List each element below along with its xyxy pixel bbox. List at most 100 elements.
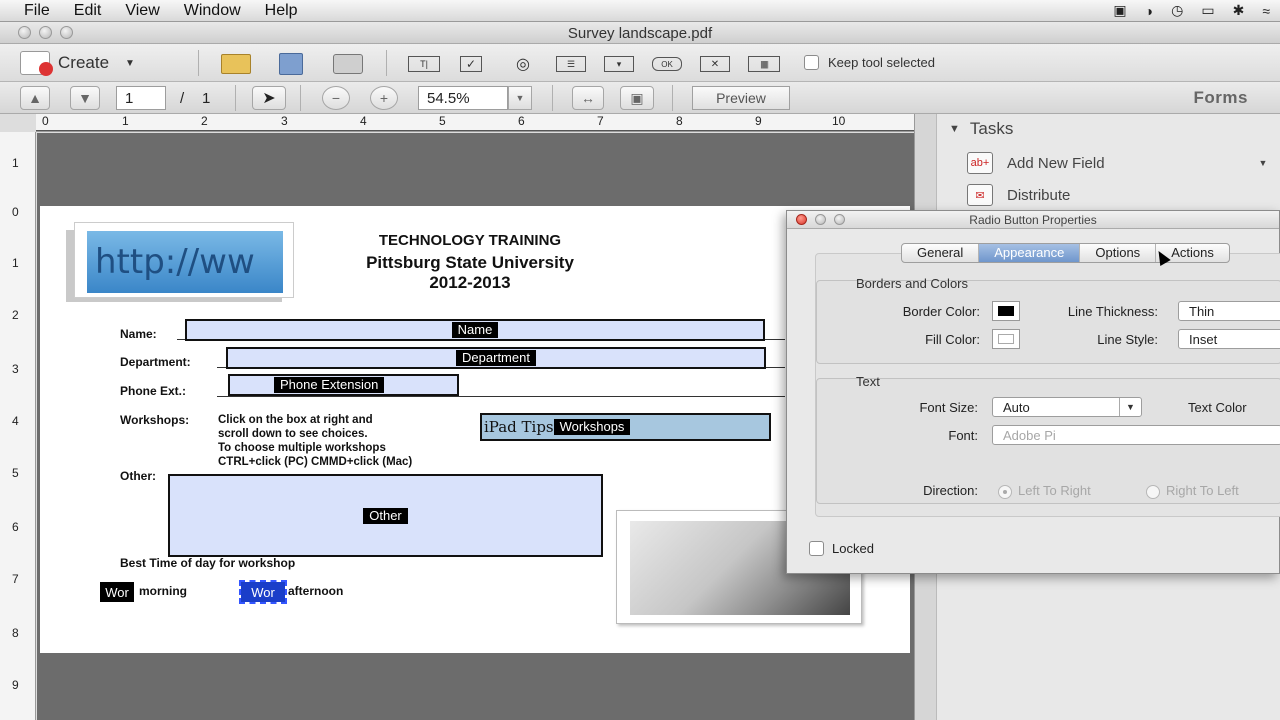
signature-tool-icon[interactable]: ✕ bbox=[700, 56, 730, 72]
line-style-select[interactable]: Inset bbox=[1178, 329, 1280, 349]
tab-appearance[interactable]: Appearance bbox=[979, 244, 1081, 262]
tasks-header[interactable]: ▼ Tasks bbox=[949, 119, 1013, 139]
workshop-selected-value: iPad Tips bbox=[484, 418, 554, 436]
morning-radio-button[interactable]: Wor bbox=[100, 582, 134, 602]
main-toolbar: Create ▼ T| ✓ ◎ ☰ ▾ OK ✕ ||||||| Keep to… bbox=[0, 44, 1280, 82]
radio-button-properties-dialog: Radio Button Properties Borders and Colo… bbox=[786, 210, 1280, 574]
toolbar-separator bbox=[386, 50, 387, 76]
navigation-toolbar: ▲ ▼ 1 / 1 ➤ − + 54.5% ▼ ↔ ▣ Preview Form… bbox=[0, 82, 1280, 114]
phone-field[interactable]: Phone Extension bbox=[228, 374, 459, 396]
locked-option[interactable]: Locked bbox=[809, 541, 874, 556]
instruction-line: scroll down to see choices. bbox=[218, 428, 368, 440]
locked-checkbox[interactable] bbox=[809, 541, 824, 556]
ruler-label: 6 bbox=[12, 520, 19, 534]
save-icon[interactable] bbox=[276, 53, 306, 75]
phone-label: Phone Ext.: bbox=[120, 384, 187, 398]
fill-color-swatch[interactable] bbox=[992, 329, 1020, 349]
display-icon[interactable]: ▭ bbox=[1201, 2, 1214, 19]
button-tool-icon[interactable]: OK bbox=[652, 57, 682, 71]
menu-view[interactable]: View bbox=[113, 2, 171, 20]
instruction-line: Click on the box at right and bbox=[218, 414, 373, 426]
keep-tool-selected[interactable]: Keep tool selected bbox=[804, 55, 935, 70]
next-page-button[interactable]: ▼ bbox=[70, 86, 100, 110]
keep-tool-checkbox[interactable] bbox=[804, 55, 819, 70]
select-tool-button[interactable]: ➤ bbox=[252, 86, 286, 110]
border-color-swatch[interactable] bbox=[992, 301, 1020, 321]
font-size-select[interactable]: Auto ▼ bbox=[992, 397, 1142, 417]
add-new-field-label: Add New Field bbox=[1007, 154, 1105, 172]
create-pdf-icon bbox=[20, 51, 53, 76]
menu-file[interactable]: File bbox=[0, 2, 62, 20]
list-box-tool-icon[interactable]: ☰ bbox=[556, 56, 586, 72]
time-machine-icon[interactable]: ◷ bbox=[1171, 2, 1183, 19]
direction-rtl-option[interactable]: Right To Left bbox=[1146, 483, 1239, 499]
ruler-label: 0 bbox=[42, 114, 49, 128]
zoom-in-button[interactable]: + bbox=[370, 86, 398, 110]
add-field-icon: ab+ bbox=[967, 152, 993, 174]
create-button[interactable]: Create ▼ bbox=[20, 50, 135, 76]
ruler-label: 9 bbox=[12, 678, 19, 692]
distribute-task[interactable]: ✉ Distribute bbox=[967, 184, 1070, 206]
zoom-level-input[interactable]: 54.5% bbox=[418, 86, 508, 110]
tab-options[interactable]: Options bbox=[1080, 244, 1157, 262]
distribute-icon: ✉ bbox=[967, 184, 993, 206]
zoom-out-button[interactable]: − bbox=[322, 86, 350, 110]
document-canvas[interactable]: http://ww TECHNOLOGY TRAINING Pittsburg … bbox=[37, 133, 914, 720]
disclosure-triangle-icon: ▼ bbox=[949, 123, 960, 135]
afternoon-label: afternoon bbox=[288, 584, 344, 598]
barcode-tool-icon[interactable]: ||||||| bbox=[748, 56, 780, 72]
direction-rtl-label: Right To Left bbox=[1166, 483, 1239, 498]
text-field-tool-icon[interactable]: T| bbox=[408, 56, 440, 72]
phone-field-tag: Phone Extension bbox=[274, 377, 385, 393]
font-select[interactable]: Adobe Pi bbox=[992, 425, 1280, 445]
chevron-down-icon: ▼ bbox=[125, 57, 135, 69]
minus-icon: − bbox=[331, 90, 341, 106]
name-label: Name: bbox=[120, 327, 157, 341]
menu-window[interactable]: Window bbox=[172, 2, 253, 20]
forms-label: Forms bbox=[1193, 88, 1248, 107]
toolbar-separator bbox=[672, 85, 673, 111]
camera-icon[interactable]: ▣ bbox=[1113, 2, 1126, 19]
print-icon[interactable] bbox=[330, 53, 366, 75]
radio-icon bbox=[998, 484, 1012, 499]
department-field[interactable]: Department bbox=[226, 347, 766, 369]
workshops-list-field[interactable]: iPad Tips Workshops bbox=[480, 413, 771, 441]
zoom-dropdown-button[interactable]: ▼ bbox=[508, 86, 532, 110]
previous-page-button[interactable]: ▲ bbox=[20, 86, 50, 110]
fit-width-button[interactable]: ↔ bbox=[572, 86, 604, 110]
checkbox-tool-icon[interactable]: ✓ bbox=[460, 56, 482, 72]
dialog-tabs: General Appearance Options Actions bbox=[901, 243, 1230, 263]
preview-button[interactable]: Preview bbox=[692, 86, 790, 110]
moon-icon[interactable]: ◑ bbox=[1145, 3, 1153, 19]
other-field[interactable]: Other bbox=[168, 474, 603, 557]
open-folder-icon[interactable] bbox=[218, 53, 254, 75]
direction-label: Direction: bbox=[923, 483, 978, 498]
fit-page-button[interactable]: ▣ bbox=[620, 86, 654, 110]
locked-label: Locked bbox=[832, 541, 874, 556]
pdf-page: http://ww TECHNOLOGY TRAINING Pittsburg … bbox=[40, 206, 910, 653]
plus-icon: + bbox=[379, 90, 389, 106]
line-thickness-select[interactable]: Thin bbox=[1178, 301, 1280, 321]
bluetooth-icon[interactable]: ✱ bbox=[1233, 2, 1245, 19]
wifi-icon[interactable]: ≈ bbox=[1262, 3, 1270, 19]
window-title: Survey landscape.pdf bbox=[567, 25, 713, 42]
ruler-label: 9 bbox=[755, 114, 762, 128]
name-field[interactable]: Name bbox=[185, 319, 765, 341]
keep-tool-label: Keep tool selected bbox=[828, 55, 935, 70]
menu-help[interactable]: Help bbox=[253, 2, 310, 20]
best-time-label: Best Time of day for workshop bbox=[120, 556, 296, 570]
workshops-label: Workshops: bbox=[120, 413, 190, 427]
text-color-label: Text Color bbox=[1188, 400, 1247, 415]
radio-button-tool-icon[interactable]: ◎ bbox=[508, 53, 538, 75]
vertical-ruler: 1 0 1 2 3 4 5 6 7 8 9 bbox=[0, 132, 36, 720]
menu-edit[interactable]: Edit bbox=[62, 2, 114, 20]
add-new-field-task[interactable]: ab+ Add New Field ▼ bbox=[967, 152, 1267, 174]
afternoon-radio-button-selected[interactable]: Wor bbox=[239, 580, 287, 604]
direction-ltr-label: Left To Right bbox=[1018, 483, 1091, 498]
page-number-input[interactable]: 1 bbox=[116, 86, 166, 110]
tab-general[interactable]: General bbox=[902, 244, 980, 262]
page-separator: / bbox=[180, 90, 185, 107]
direction-ltr-option[interactable]: Left To Right bbox=[998, 483, 1091, 499]
ruler-label: 4 bbox=[12, 414, 19, 428]
dropdown-tool-icon[interactable]: ▾ bbox=[604, 56, 634, 72]
